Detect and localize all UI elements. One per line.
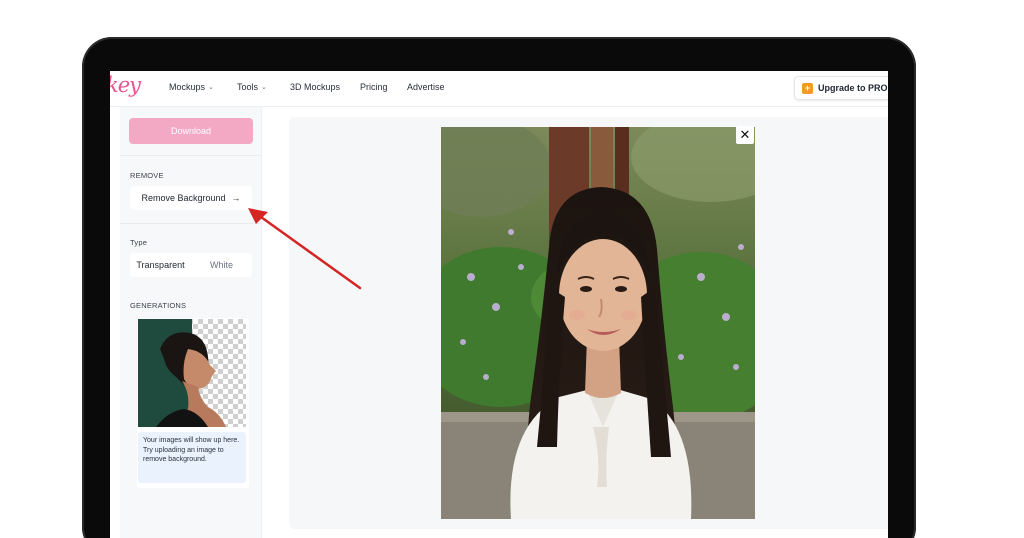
upgrade-label: Upgrade to PRO bbox=[818, 83, 888, 93]
nav-item-3d-mockups[interactable]: 3D Mockups bbox=[290, 82, 340, 92]
divider bbox=[120, 155, 262, 156]
chevron-down-icon: ⌄ bbox=[208, 84, 214, 91]
generations-placeholder-card: Your images will show up here. Try uploa… bbox=[137, 318, 249, 488]
nav-item-label: Advertise bbox=[407, 82, 445, 92]
remove-background-button[interactable]: Remove Background → bbox=[130, 186, 252, 210]
type-section-label: Type bbox=[130, 238, 148, 247]
upgrade-button[interactable]: + Upgrade to PRO bbox=[794, 76, 888, 100]
nav-item-pricing[interactable]: Pricing bbox=[360, 82, 388, 92]
nav-item-tools[interactable]: Tools ⌄ bbox=[237, 82, 267, 92]
sidebar: Download REMOVE Remove Background → Type… bbox=[120, 107, 262, 538]
nav-item-label: Pricing bbox=[360, 82, 388, 92]
generations-section-label: GENERATIONS bbox=[130, 301, 187, 310]
nav-item-label: Tools bbox=[237, 82, 259, 92]
chevron-down-icon: ⌄ bbox=[261, 84, 267, 91]
nav-item-label: Mockups bbox=[169, 82, 206, 92]
uploaded-photo bbox=[441, 127, 755, 519]
brand-logo[interactable]: key bbox=[110, 73, 141, 97]
top-nav: key Mockups ⌄ Tools ⌄ 3D Mockups Pricing… bbox=[110, 71, 888, 107]
remove-section-label: REMOVE bbox=[130, 171, 164, 180]
type-toggle: Transparent White bbox=[130, 253, 252, 277]
nav-item-advertise[interactable]: Advertise bbox=[407, 82, 445, 92]
generations-empty-note: Your images will show up here. Try uploa… bbox=[138, 432, 246, 483]
download-button[interactable]: Download bbox=[129, 118, 253, 144]
generation-sample-thumbnail bbox=[138, 319, 246, 427]
nav-item-label: 3D Mockups bbox=[290, 82, 341, 92]
app-screen: key Mockups ⌄ Tools ⌄ 3D Mockups Pricing… bbox=[110, 71, 888, 538]
annotation-arrow bbox=[248, 208, 362, 290]
type-option-transparent[interactable]: Transparent bbox=[130, 253, 191, 277]
nav-item-mockups[interactable]: Mockups ⌄ bbox=[169, 82, 214, 92]
plus-icon: + bbox=[802, 82, 813, 94]
remove-background-label: Remove Background bbox=[141, 193, 226, 203]
close-icon[interactable]: ✕ bbox=[736, 126, 754, 144]
